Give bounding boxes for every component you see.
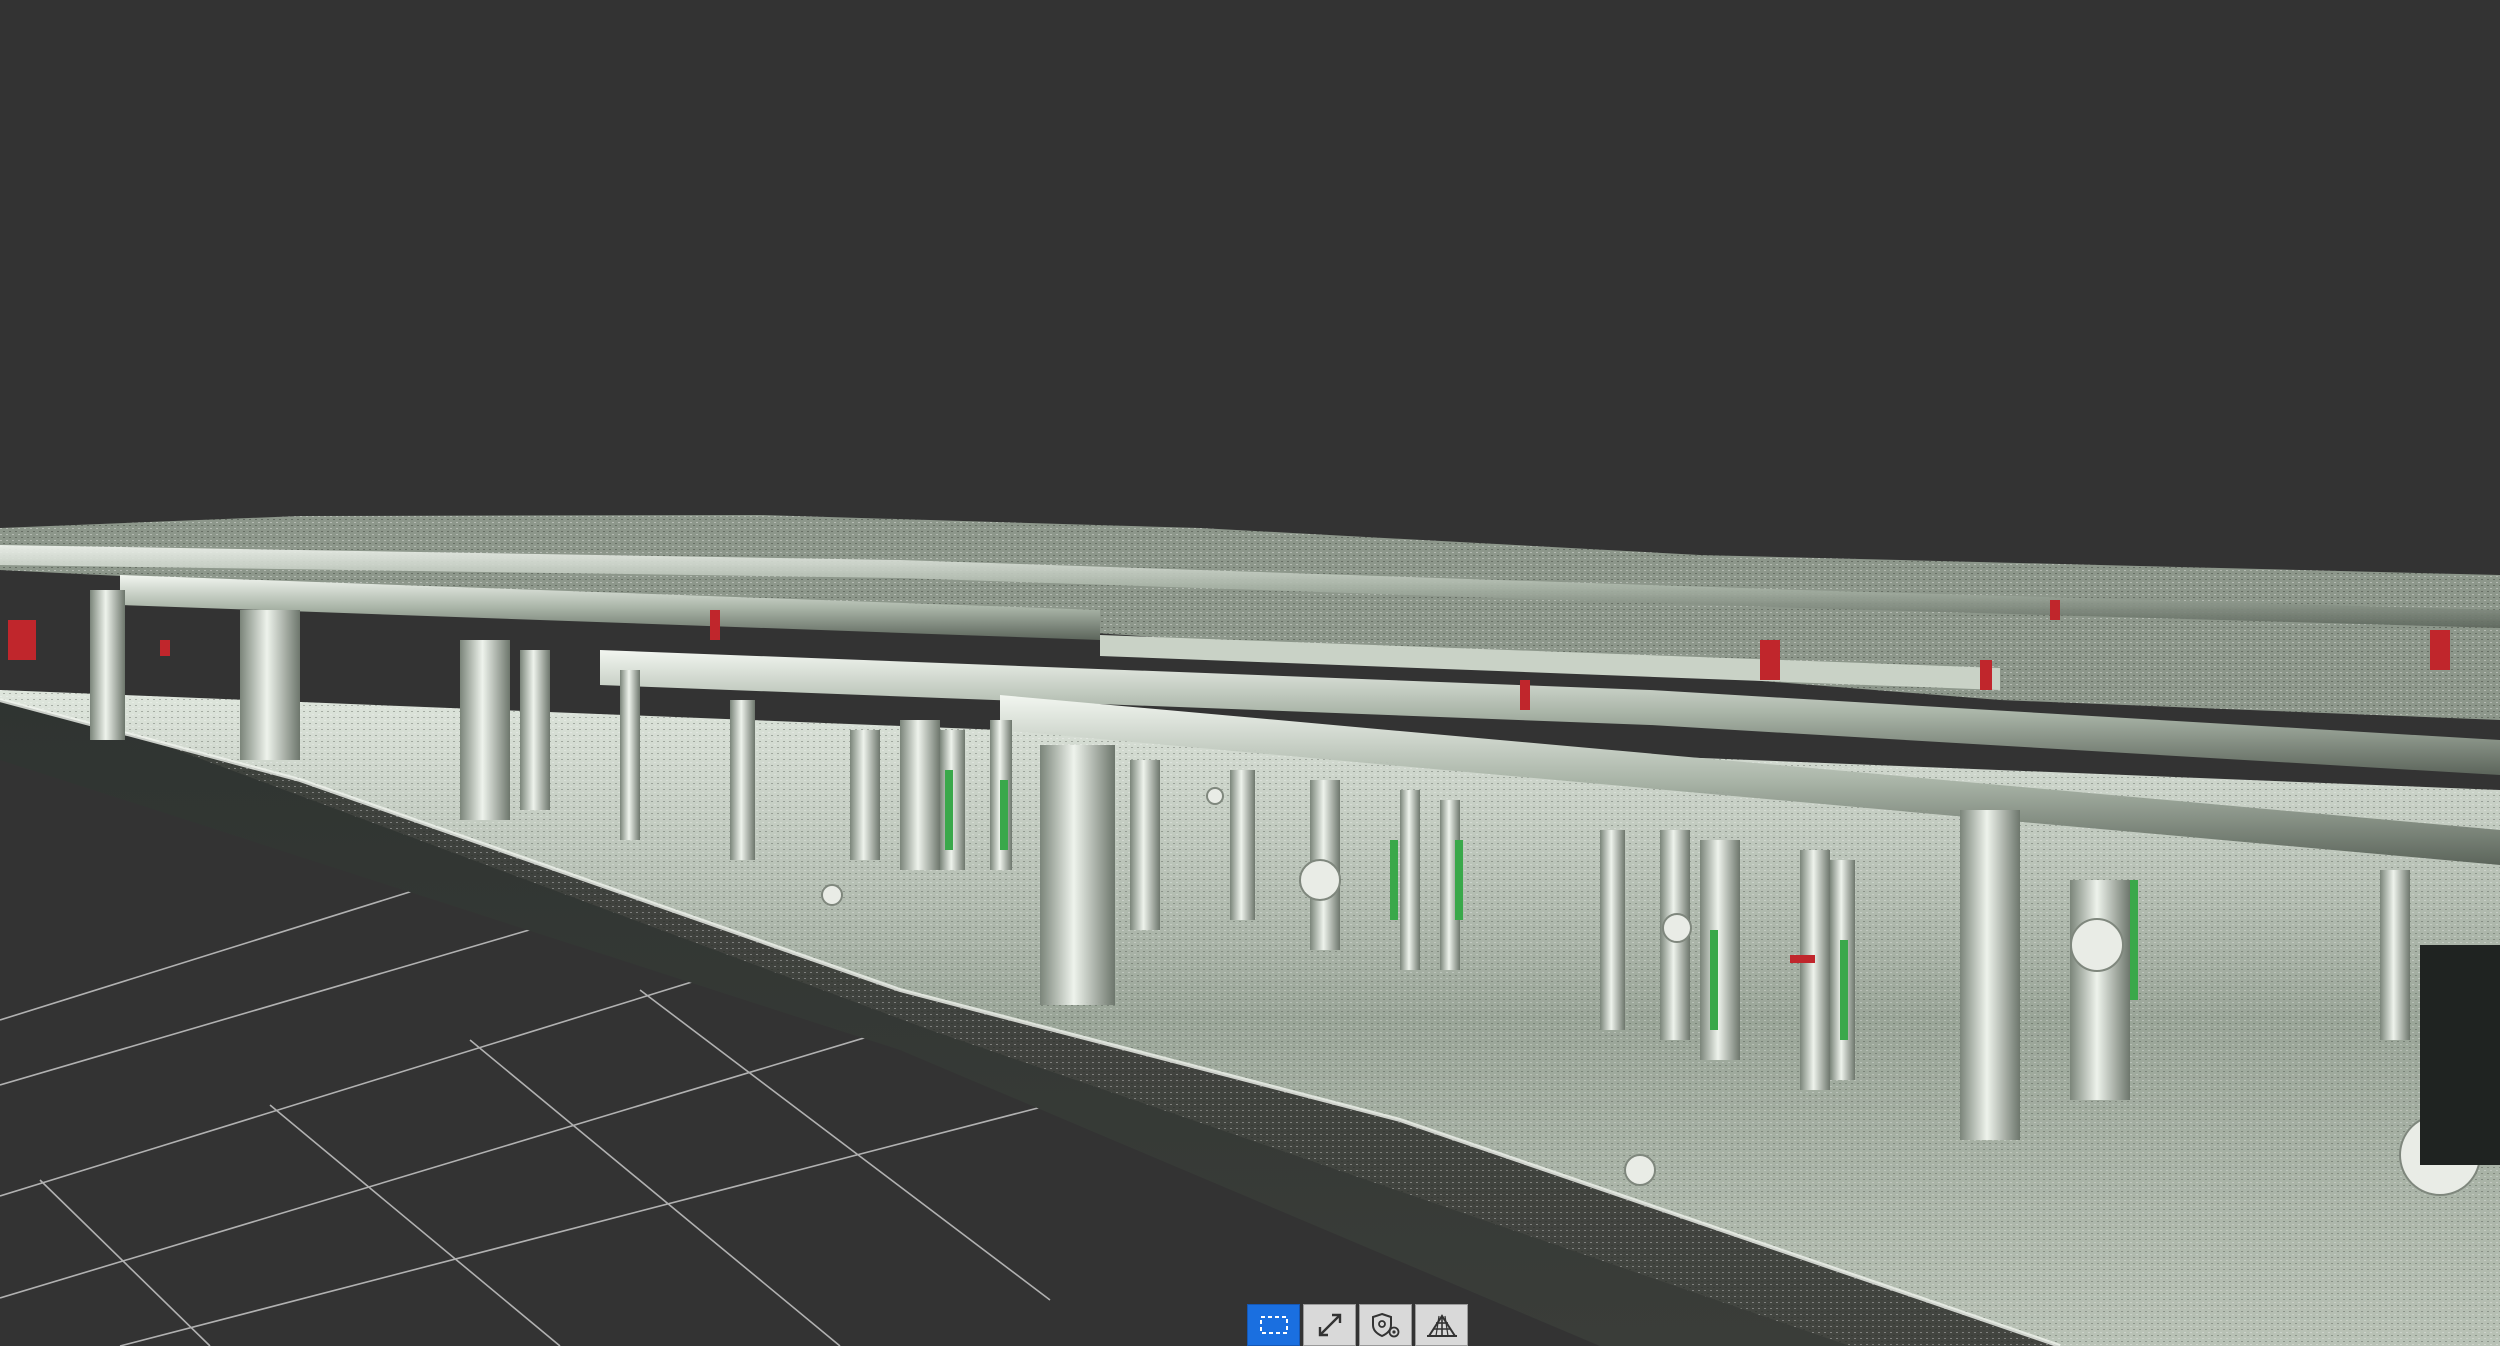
red-valve <box>2050 600 2060 620</box>
scan-target-sphere <box>1662 913 1692 943</box>
pipe-label <box>1840 940 1848 1040</box>
vertical-pipe <box>730 700 755 860</box>
perspective-grid-icon <box>1426 1314 1457 1337</box>
pipe-label <box>2130 880 2138 1000</box>
dashed-rectangle-icon <box>1259 1316 1288 1334</box>
red-valve <box>2430 630 2450 670</box>
vertical-pipe <box>520 650 550 810</box>
vertical-pipe <box>460 640 510 820</box>
pipe-label <box>1455 840 1463 920</box>
vertical-pipe <box>2070 880 2130 1100</box>
red-valve <box>710 610 720 640</box>
pipe-label <box>1390 840 1398 920</box>
vertical-pipe <box>1130 760 1160 930</box>
vertical-pipe <box>90 590 125 740</box>
vertical-pipe <box>1600 830 1625 1030</box>
vertical-pipe <box>1960 810 2020 1140</box>
scan-target-sphere <box>1624 1154 1656 1186</box>
scan-target-sphere <box>1206 787 1224 805</box>
vertical-pipe <box>1230 770 1255 920</box>
red-valve <box>1790 955 1815 963</box>
shield-gear-icon <box>1371 1312 1399 1338</box>
measure-button[interactable] <box>1303 1304 1356 1346</box>
pipe-label <box>1000 780 1008 850</box>
vertical-pipe <box>1800 850 1830 1090</box>
vertical-pipe <box>900 720 940 870</box>
red-valve <box>1760 640 1780 680</box>
vertical-pipe <box>1400 790 1420 970</box>
view-mode-button[interactable] <box>1415 1304 1468 1346</box>
vertical-pipe <box>850 730 880 860</box>
dark-opening <box>2420 945 2500 1165</box>
vertical-pipe <box>2380 870 2410 1040</box>
pipe-label <box>1710 930 1718 1030</box>
vertical-pipe <box>1700 840 1740 1060</box>
red-valve <box>1980 660 1992 690</box>
pipe-label <box>945 770 953 850</box>
red-valve <box>160 640 170 656</box>
point-cloud-viewport[interactable] <box>0 0 2500 1346</box>
point-cloud-scene[interactable] <box>0 0 2500 1346</box>
box-select-button[interactable] <box>1247 1304 1300 1346</box>
diagonal-arrow-icon <box>1318 1313 1341 1337</box>
red-valve <box>1520 680 1530 710</box>
clip-button[interactable] <box>1359 1304 1412 1346</box>
vertical-pipe <box>240 610 300 760</box>
scan-target-sphere <box>821 884 843 906</box>
bottom-toolbar <box>1247 1304 1468 1346</box>
scan-target-sphere <box>2070 918 2124 972</box>
vertical-pipe <box>1040 745 1115 1005</box>
vertical-pipe <box>620 670 640 840</box>
scan-target-sphere <box>1299 859 1341 901</box>
red-valve <box>8 620 36 660</box>
